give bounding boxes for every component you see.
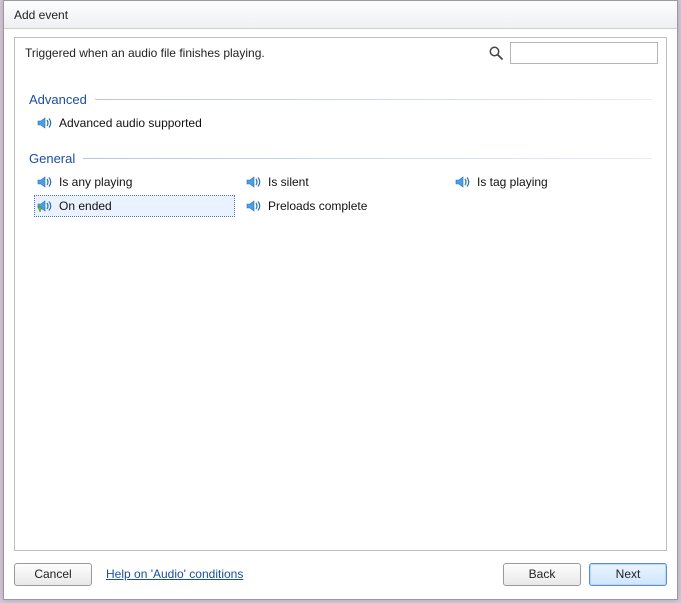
window-titlebar: Add event	[4, 1, 677, 29]
condition-label: Is tag playing	[477, 175, 548, 189]
condition-label: Is silent	[268, 175, 309, 189]
dialog-body: Triggered when an audio file finishes pl…	[14, 37, 667, 551]
group-header-advanced[interactable]: Advanced	[29, 92, 652, 107]
group-divider	[95, 99, 652, 100]
group-header-general[interactable]: General	[29, 151, 652, 166]
search-icon	[488, 45, 504, 61]
condition-label: Is any playing	[59, 175, 132, 189]
condition-advanced-audio-supported[interactable]: Advanced audio supported	[35, 113, 234, 133]
search-area	[488, 42, 658, 64]
next-button[interactable]: Next	[589, 563, 667, 586]
group-divider	[83, 158, 652, 159]
audio-icon	[246, 175, 264, 189]
condition-on-ended[interactable]: On ended	[35, 196, 234, 216]
help-link[interactable]: Help on 'Audio' conditions	[106, 567, 243, 581]
group-label: Advanced	[29, 92, 95, 107]
condition-is-any-playing[interactable]: Is any playing	[35, 172, 234, 192]
condition-description: Triggered when an audio file finishes pl…	[25, 46, 265, 60]
window-title: Add event	[14, 8, 68, 22]
group-items-general: Is any playing Is silent	[29, 172, 652, 216]
back-button[interactable]: Back	[503, 563, 581, 586]
condition-groups: Advanced Advanced audio supported	[29, 92, 652, 542]
audio-icon	[246, 199, 264, 213]
audio-icon	[455, 175, 473, 189]
audio-trigger-icon	[37, 199, 55, 213]
dialog-footer: Cancel Help on 'Audio' conditions Back N…	[14, 559, 667, 589]
group-items-advanced: Advanced audio supported	[29, 113, 652, 133]
group-label: General	[29, 151, 83, 166]
group-general: General Is any playing	[29, 151, 652, 216]
description-row: Triggered when an audio file finishes pl…	[15, 38, 666, 72]
condition-is-silent[interactable]: Is silent	[244, 172, 443, 192]
audio-icon	[37, 175, 55, 189]
condition-label: Advanced audio supported	[59, 116, 202, 130]
condition-preloads-complete[interactable]: Preloads complete	[244, 196, 443, 216]
audio-icon	[37, 116, 55, 130]
condition-is-tag-playing[interactable]: Is tag playing	[453, 172, 652, 192]
search-input[interactable]	[510, 42, 658, 64]
condition-label: On ended	[59, 199, 112, 213]
add-event-dialog: Add event Triggered when an audio file f…	[3, 0, 678, 600]
group-advanced: Advanced Advanced audio supported	[29, 92, 652, 133]
condition-label: Preloads complete	[268, 199, 367, 213]
cancel-button[interactable]: Cancel	[14, 563, 92, 586]
